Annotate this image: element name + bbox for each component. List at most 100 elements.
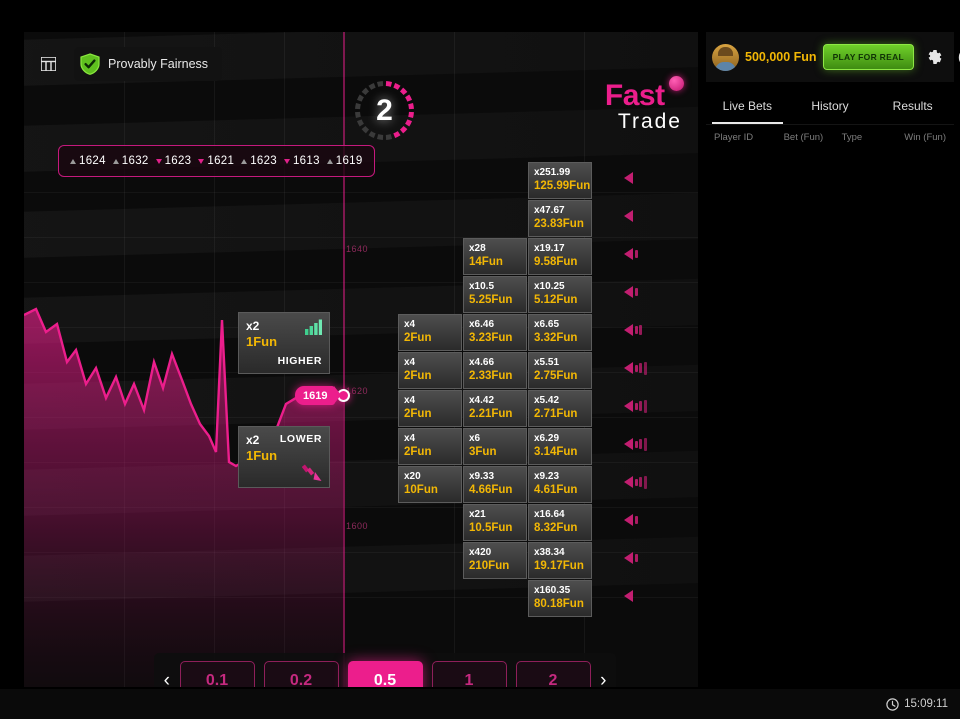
- axis-label: 1600: [346, 521, 369, 531]
- volume-bar: [634, 478, 638, 486]
- multiplier-cell[interactable]: x9.33 4.66Fun: [463, 466, 527, 503]
- multiplier-cell[interactable]: x160.35 80.18Fun: [528, 580, 592, 617]
- multiplier-cell[interactable]: x9.23 4.61Fun: [528, 466, 592, 503]
- provably-fairness-button[interactable]: Provably Fairness: [74, 47, 223, 81]
- volume-bar: [639, 439, 642, 450]
- tab-results[interactable]: Results: [871, 88, 954, 124]
- history-item: 1623: [155, 155, 192, 167]
- speaker-icon: [624, 324, 633, 336]
- triangle-down-icon: [155, 158, 162, 164]
- multiplier-value: x38.34: [534, 547, 565, 558]
- gear-icon[interactable]: [920, 43, 948, 71]
- grid-icon[interactable]: [33, 49, 63, 79]
- multiplier-value: x4.66: [469, 357, 495, 368]
- multiplier-value: x20: [404, 471, 421, 482]
- multiplier-payout: 23.83Fun: [534, 218, 584, 230]
- multiplier-cell[interactable]: x6.46 3.23Fun: [463, 314, 527, 351]
- multiplier-payout: 3.14Fun: [534, 446, 578, 458]
- multiplier-value: x19.17: [534, 243, 565, 254]
- bet-card-direction: HIGHER: [277, 355, 322, 367]
- triangle-up-icon: [326, 158, 333, 164]
- volume-bar: [639, 477, 642, 488]
- multiplier-value: x6.29: [534, 433, 560, 444]
- provably-fairness-label: Provably Fairness: [108, 57, 209, 71]
- bet-amount-option[interactable]: 1: [431, 661, 507, 687]
- multiplier-cell[interactable]: x4 2Fun: [398, 314, 462, 351]
- multiplier-cell[interactable]: x19.17 9.58Fun: [528, 238, 592, 275]
- multiplier-cell[interactable]: x6 3Fun: [463, 428, 527, 465]
- history-value: 1621: [207, 155, 235, 167]
- history-item: 1624: [70, 155, 106, 167]
- speaker-icon: [624, 514, 633, 526]
- axis-label: 1640: [346, 244, 369, 254]
- balance-amount: 500,000 Fun: [745, 50, 817, 64]
- multiplier-payout: 2Fun: [404, 370, 432, 382]
- price-history-bar: 1624 1632 1623 1621 1623 1613 1619: [58, 145, 375, 177]
- volume-indicator-icon: [624, 172, 633, 184]
- panel-tabs: Live Bets History Results: [706, 88, 954, 124]
- multiplier-payout: 2Fun: [404, 408, 432, 420]
- multiplier-cell[interactable]: x28 14Fun: [463, 238, 527, 275]
- volume-bar: [634, 250, 638, 258]
- multiplier-value: x160.35: [534, 585, 571, 596]
- speaker-icon: [624, 552, 633, 564]
- multiplier-cell[interactable]: x4.42 2.21Fun: [463, 390, 527, 427]
- multiplier-cell[interactable]: x10.25 5.12Fun: [528, 276, 592, 313]
- volume-indicator-icon: [624, 438, 647, 451]
- bars-up-icon: [305, 319, 322, 335]
- multiplier-cell[interactable]: x420 210Fun: [463, 542, 527, 579]
- clock-icon: [886, 697, 899, 711]
- shield-check-icon: [80, 53, 100, 75]
- multiplier-payout: 2Fun: [404, 446, 432, 458]
- multiplier-value: x10.5: [469, 281, 495, 292]
- volume-bar: [634, 326, 638, 334]
- multiplier-value: x16.64: [534, 509, 565, 520]
- multiplier-cell[interactable]: x6.29 3.14Fun: [528, 428, 592, 465]
- history-item: 1621: [198, 155, 234, 167]
- tab-history[interactable]: History: [789, 88, 872, 124]
- multiplier-value: x9.23: [534, 471, 560, 482]
- bet-amount-option[interactable]: 0.5: [347, 661, 423, 687]
- multiplier-payout: 2.33Fun: [469, 370, 513, 382]
- chevron-right-icon[interactable]: ›: [591, 670, 617, 687]
- multiplier-cell[interactable]: x4 2Fun: [398, 352, 462, 389]
- current-time: 15:09:11: [904, 698, 948, 710]
- multiplier-cell[interactable]: x251.99 125.99Fun: [528, 162, 592, 199]
- multiplier-value: x6: [469, 433, 481, 444]
- history-value: 1613: [292, 155, 320, 167]
- multiplier-cell[interactable]: x4 2Fun: [398, 390, 462, 427]
- volume-bar: [634, 554, 638, 562]
- chevron-left-icon[interactable]: ‹: [154, 670, 180, 687]
- multiplier-payout: 2.75Fun: [534, 370, 578, 382]
- app-root: 1640 1620 1600 1619 Provably Fairness 16…: [0, 0, 960, 719]
- multiplier-cell[interactable]: x5.51 2.75Fun: [528, 352, 592, 389]
- multiplier-cell[interactable]: x47.67 23.83Fun: [528, 200, 592, 237]
- volume-indicator-icon: [624, 210, 633, 222]
- multiplier-cell[interactable]: x10.5 5.25Fun: [463, 276, 527, 313]
- multiplier-cell[interactable]: x20 10Fun: [398, 466, 462, 503]
- speaker-icon: [624, 286, 633, 298]
- volume-bar: [634, 440, 638, 448]
- multiplier-value: x9.33: [469, 471, 495, 482]
- bet-card-higher[interactable]: x2 1Fun HIGHER: [238, 312, 330, 374]
- bet-card-lower[interactable]: x2 1Fun LOWER: [238, 426, 330, 488]
- multiplier-cell[interactable]: x5.42 2.71Fun: [528, 390, 592, 427]
- volume-bar: [634, 364, 638, 372]
- bet-amount-option[interactable]: 2: [515, 661, 591, 687]
- multiplier-cell[interactable]: x4 2Fun: [398, 428, 462, 465]
- bet-card-amount: 1Fun: [246, 448, 278, 463]
- history-value: 1624: [79, 155, 106, 167]
- bet-amount-option[interactable]: 0.2: [263, 661, 339, 687]
- history-value: 1619: [335, 155, 363, 167]
- volume-bar: [639, 363, 642, 374]
- multiplier-cell[interactable]: x16.64 8.32Fun: [528, 504, 592, 541]
- multiplier-cell[interactable]: x4.66 2.33Fun: [463, 352, 527, 389]
- multiplier-cell[interactable]: x38.34 19.17Fun: [528, 542, 592, 579]
- play-for-real-button[interactable]: PLAY FOR REAL: [822, 44, 915, 70]
- tab-live-bets[interactable]: Live Bets: [706, 88, 789, 124]
- history-value: 1623: [250, 155, 277, 167]
- info-icon[interactable]: [954, 43, 960, 71]
- multiplier-cell[interactable]: x6.65 3.32Fun: [528, 314, 592, 351]
- multiplier-cell[interactable]: x21 10.5Fun: [463, 504, 527, 541]
- bet-amount-option[interactable]: 0.1: [179, 661, 255, 687]
